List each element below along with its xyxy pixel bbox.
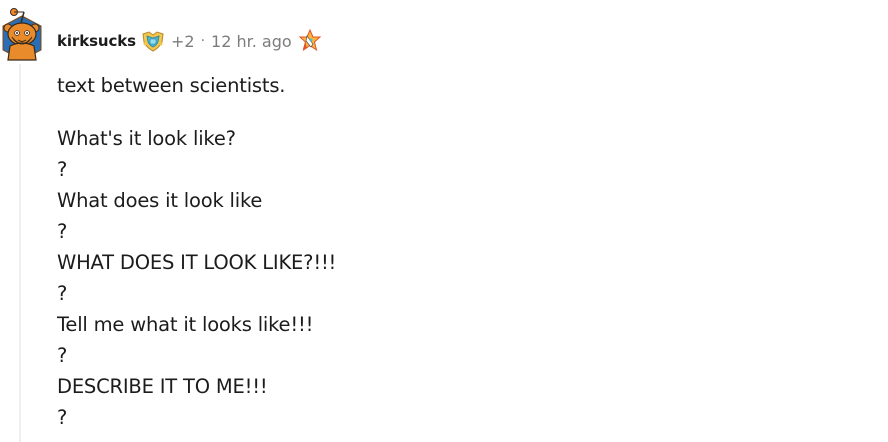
comment-text-line: WHAT DOES IT LOOK LIKE?!!! bbox=[57, 251, 337, 274]
snoo-avatar-icon[interactable] bbox=[0, 6, 44, 62]
comment-text-line: What does it look like bbox=[57, 189, 263, 212]
comment: kirksucks +2 · 12 hr. ago text between s… bbox=[0, 0, 888, 442]
comment-text-line: ? bbox=[57, 344, 68, 367]
rocket-achievement-icon[interactable] bbox=[298, 28, 322, 54]
comment-text-line: Tell me what it looks like!!! bbox=[57, 313, 314, 336]
comment-header: kirksucks +2 · 12 hr. ago bbox=[57, 28, 322, 54]
comment-text-line: What's it look like? bbox=[57, 127, 236, 150]
comment-text-line: ? bbox=[57, 406, 68, 429]
comment-timestamp[interactable]: 12 hr. ago bbox=[211, 32, 292, 51]
comment-text-line: text between scientists. bbox=[57, 74, 286, 97]
comment-body: text between scientists. What's it look … bbox=[57, 70, 857, 433]
meta-separator: · bbox=[200, 33, 206, 49]
award-badge-icon[interactable] bbox=[141, 30, 165, 52]
comment-text-line: ? bbox=[57, 282, 68, 305]
author-username[interactable]: kirksucks bbox=[57, 32, 136, 50]
comment-text-line: ? bbox=[57, 220, 68, 243]
award-count[interactable]: +2 bbox=[171, 32, 195, 51]
comment-text-line: ? bbox=[57, 158, 68, 181]
comment-text-line: DESCRIBE IT TO ME!!! bbox=[57, 375, 268, 398]
thread-collapse-line[interactable] bbox=[19, 64, 21, 442]
